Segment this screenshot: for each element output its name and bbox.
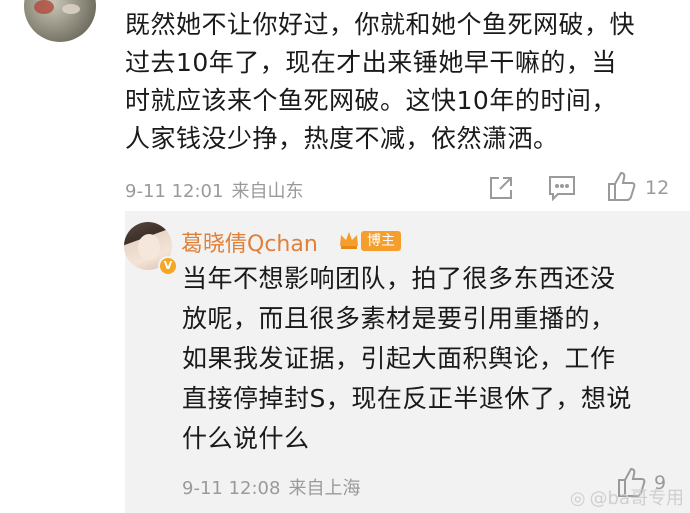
reply-text: 当年不想影响团队，拍了很多东西还没 放呢，而且很多素材是要引用重播的， 如果我发…	[182, 264, 632, 453]
comment-meta: 9-11 12:01 来自山东	[125, 177, 303, 203]
reply-author-name[interactable]: 葛晓倩Qchan	[181, 226, 318, 258]
watermark: ◎ @ba哥专用	[569, 488, 684, 509]
reply-time: 9-11 12:08	[182, 478, 281, 499]
reply-meta: 9-11 12:08 来自上海	[182, 474, 360, 500]
comment-like-count: 12	[645, 177, 670, 199]
commenter-avatar[interactable]	[24, 0, 96, 42]
like-icon[interactable]	[607, 170, 637, 202]
share-icon[interactable]	[487, 174, 515, 202]
comment-time: 9-11 12:01	[125, 181, 224, 202]
reply-location: 来自上海	[288, 478, 361, 499]
comment-text: 既然她不让你好过，你就和她个鱼死网破，快 过去10年了，现在才出来锤她早干嘛的，…	[125, 10, 636, 153]
blogger-badge: 博主	[361, 231, 401, 251]
weibo-icon: ◎	[569, 488, 586, 509]
comment-location: 来自山东	[231, 181, 304, 202]
comment-icon[interactable]	[548, 175, 576, 201]
verified-icon: V	[158, 256, 178, 276]
crown-icon	[338, 229, 360, 251]
